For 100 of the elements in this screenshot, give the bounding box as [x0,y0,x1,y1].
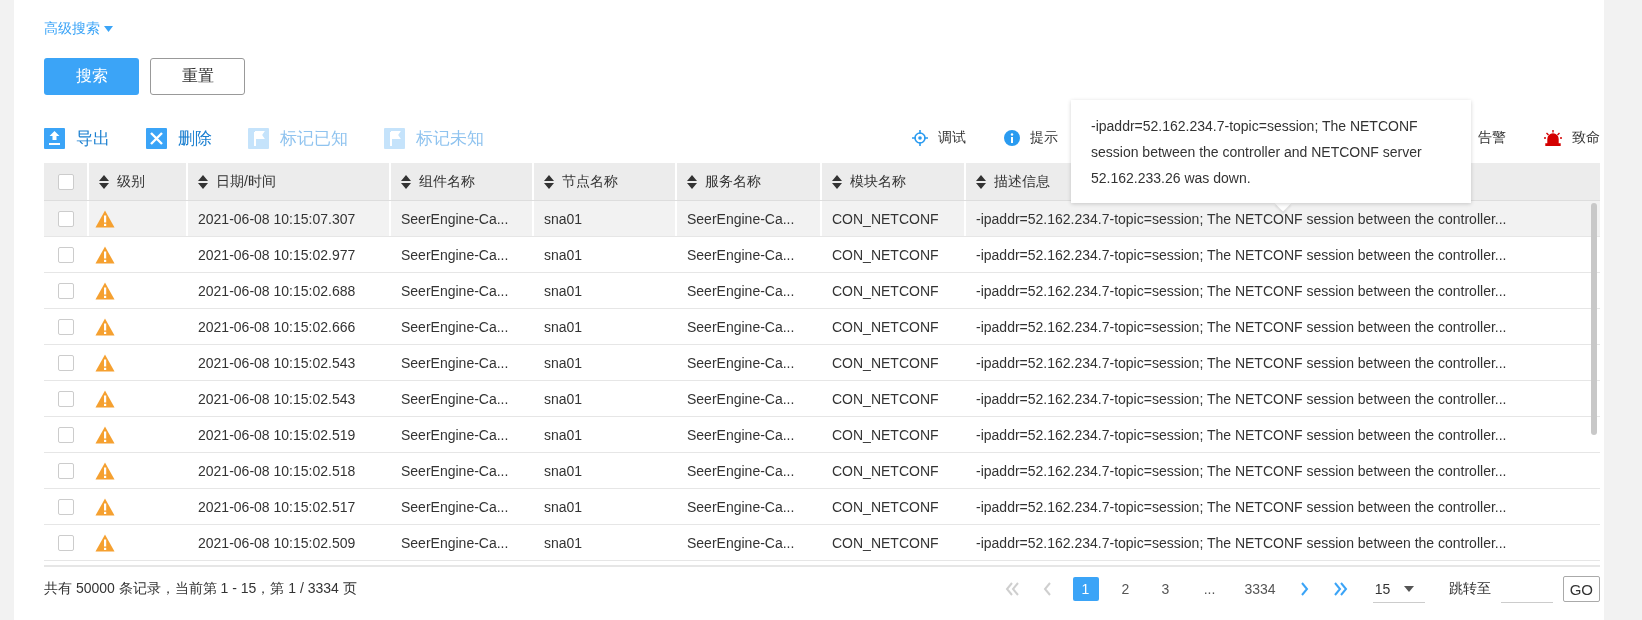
table-cell: SeerEngine-Ca... [401,354,509,371]
table-cell: SeerEngine-Ca... [687,318,795,335]
record-summary: 共有 50000 条记录，当前第 1 - 15，第 1 / 3334 页 [44,580,357,598]
caret-icon [104,26,113,32]
table-row[interactable]: 2021-06-08 10:15:02.543 SeerEngine-Ca... sna01 SeerEngine-Ca... CON_NETCONF -ipaddr=52.162.234.7-topic=session; The NETCONF session between the controller... [44,345,1600,381]
table-row[interactable]: 2021-06-08 10:15:02.518 SeerEngine-Ca... sna01 SeerEngine-Ca... CON_NETCONF -ipaddr=52.162.234.7-topic=session; The NETCONF session between the controller... [44,453,1600,489]
sort-icon [832,174,842,189]
table-cell: SeerEngine-Ca... [687,462,795,479]
table-cell: 2021-06-08 10:15:02.518 [198,462,356,479]
table-cell: -ipaddr=52.162.234.7-topic=session; The NETCONF session between the controller... [976,246,1507,263]
sort-icon [198,174,208,189]
table-cell: -ipaddr=52.162.234.7-topic=session; The NETCONF session between the controller... [976,282,1507,299]
column-header[interactable]: 级别 [117,172,145,191]
table-cell: -ipaddr=52.162.234.7-topic=session; The NETCONF session between the controller... [976,318,1507,335]
table-cell: 2021-06-08 10:15:02.666 [198,318,356,335]
table-cell: 2021-06-08 10:15:02.977 [198,246,356,263]
table-cell: SeerEngine-Ca... [401,498,509,515]
table-cell: SeerEngine-Ca... [401,282,509,299]
table-row[interactable]: 2021-06-08 10:15:07.307 SeerEngine-Ca... sna01 SeerEngine-Ca... CON_NETCONF -ipaddr=52.162.234.7-topic=session; The NETCONF session between the controller... [44,201,1600,237]
table-cell: SeerEngine-Ca... [687,210,795,227]
last-page-button[interactable] [1331,581,1350,597]
table-cell: SeerEngine-Ca... [401,534,509,551]
table-cell: 2021-06-08 10:15:02.543 [198,390,356,407]
checkbox[interactable] [57,318,74,335]
table-cell: sna01 [544,426,583,443]
table-row[interactable]: 2021-06-08 10:15:02.543 SeerEngine-Ca... sna01 SeerEngine-Ca... CON_NETCONF -ipaddr=52.162.234.7-topic=session; The NETCONF session between the controller... [44,381,1600,417]
table-cell: sna01 [544,318,583,335]
table-cell: SeerEngine-Ca... [401,426,509,443]
table-cell: SeerEngine-Ca... [401,318,509,335]
table-cell: 2021-06-08 10:15:02.543 [198,354,356,371]
delete-icon [146,127,167,149]
table-cell: sna01 [544,282,583,299]
reset-button[interactable]: 重置 [150,58,245,95]
table-row[interactable]: 2021-06-08 10:15:02.688 SeerEngine-Ca... sna01 SeerEngine-Ca... CON_NETCONF -ipaddr=52.162.234.7-topic=session; The NETCONF session between the controller... [44,273,1600,309]
table-cell: -ipaddr=52.162.234.7-topic=session; The NETCONF session between the controller... [976,462,1507,479]
checkbox[interactable] [57,390,74,407]
flag-icon [384,127,405,149]
sort-icon [544,174,554,189]
column-header[interactable]: 组件名称 [419,172,475,191]
column-header[interactable]: 节点名称 [562,172,618,191]
table-row[interactable]: 2021-06-08 10:15:02.509 SeerEngine-Ca... sna01 SeerEngine-Ca... CON_NETCONF -ipaddr=52.162.234.7-topic=session; The NETCONF session between the controller... [44,525,1600,561]
table-cell: SeerEngine-Ca... [687,498,795,515]
column-header[interactable]: 服务名称 [705,172,761,191]
page-button[interactable]: 2 [1112,577,1139,601]
column-header[interactable]: 模块名称 [850,172,906,191]
crosshair-icon [912,130,928,146]
table-cell: SeerEngine-Ca... [687,534,795,551]
table-cell: SeerEngine-Ca... [401,246,509,263]
checkbox[interactable] [57,173,74,190]
table-cell: -ipaddr=52.162.234.7-topic=session; The NETCONF session between the controller... [976,534,1507,551]
table-cell: CON_NETCONF [832,534,939,551]
info-icon [1004,130,1020,146]
table-cell: CON_NETCONF [832,318,939,335]
table-row[interactable]: 2021-06-08 10:15:02.519 SeerEngine-Ca... sna01 SeerEngine-Ca... CON_NETCONF -ipaddr=52.162.234.7-topic=session; The NETCONF session between the controller... [44,417,1600,453]
column-header[interactable]: 日期/时间 [216,172,276,191]
table-cell: SeerEngine-Ca... [401,390,509,407]
table-cell: SeerEngine-Ca... [687,282,795,299]
table-cell: sna01 [544,246,583,263]
flag-icon [248,127,269,149]
table-row[interactable]: 2021-06-08 10:15:02.517 SeerEngine-Ca... sna01 SeerEngine-Ca... CON_NETCONF -ipaddr=52.162.234.7-topic=session; The NETCONF session between the controller... [44,489,1600,525]
sort-icon [976,174,986,189]
sort-icon [99,174,109,189]
checkbox[interactable] [57,246,74,263]
checkbox[interactable] [57,498,74,515]
jump-label: 跳转至 [1448,580,1491,598]
table-cell: -ipaddr=52.162.234.7-topic=session; The NETCONF session between the controller... [976,426,1507,443]
go-button[interactable]: GO [1562,576,1600,602]
scrollbar[interactable] [1591,203,1597,435]
checkbox[interactable] [57,282,74,299]
alarm-light-icon [1544,130,1562,146]
column-header[interactable]: 描述信息 [994,172,1050,191]
table-cell: 2021-06-08 10:15:02.517 [198,498,356,515]
checkbox[interactable] [57,462,74,479]
table-row[interactable]: 2021-06-08 10:15:02.977 SeerEngine-Ca... sna01 SeerEngine-Ca... CON_NETCONF -ipaddr=52.162.234.7-topic=session; The NETCONF session between the controller... [44,237,1600,273]
table-row[interactable]: 2021-06-08 10:15:02.666 SeerEngine-Ca... sna01 SeerEngine-Ca... CON_NETCONF -ipaddr=52.162.234.7-topic=session; The NETCONF session between the controller... [44,309,1600,345]
table-cell: CON_NETCONF [832,210,939,227]
toolbar-button[interactable]: 导出 [44,126,110,150]
table-cell: CON_NETCONF [832,282,939,299]
table-cell: sna01 [544,390,583,407]
table-cell: sna01 [544,354,583,371]
upload-icon [44,127,65,149]
checkbox[interactable] [57,210,74,227]
page-button[interactable]: 3334 [1240,577,1280,601]
page-button[interactable]: 3 [1152,577,1179,601]
sort-icon [401,174,411,189]
table-cell: SeerEngine-Ca... [401,210,509,227]
table-cell: SeerEngine-Ca... [687,390,795,407]
table-cell: -ipaddr=52.162.234.7-topic=session; The NETCONF session between the controller... [976,498,1507,515]
checkbox[interactable] [57,354,74,371]
table-cell: SeerEngine-Ca... [687,246,795,263]
table-cell: 2021-06-08 10:15:02.688 [198,282,356,299]
table-cell: sna01 [544,210,583,227]
page-size-select[interactable]: 15 [1372,575,1425,603]
table-cell: sna01 [544,534,583,551]
checkbox[interactable] [57,426,74,443]
checkbox[interactable] [57,534,74,551]
toolbar-button[interactable]: 删除 [146,126,212,150]
table-cell: CON_NETCONF [832,246,939,263]
caret-icon [1404,585,1415,592]
table-cell: CON_NETCONF [832,354,939,371]
